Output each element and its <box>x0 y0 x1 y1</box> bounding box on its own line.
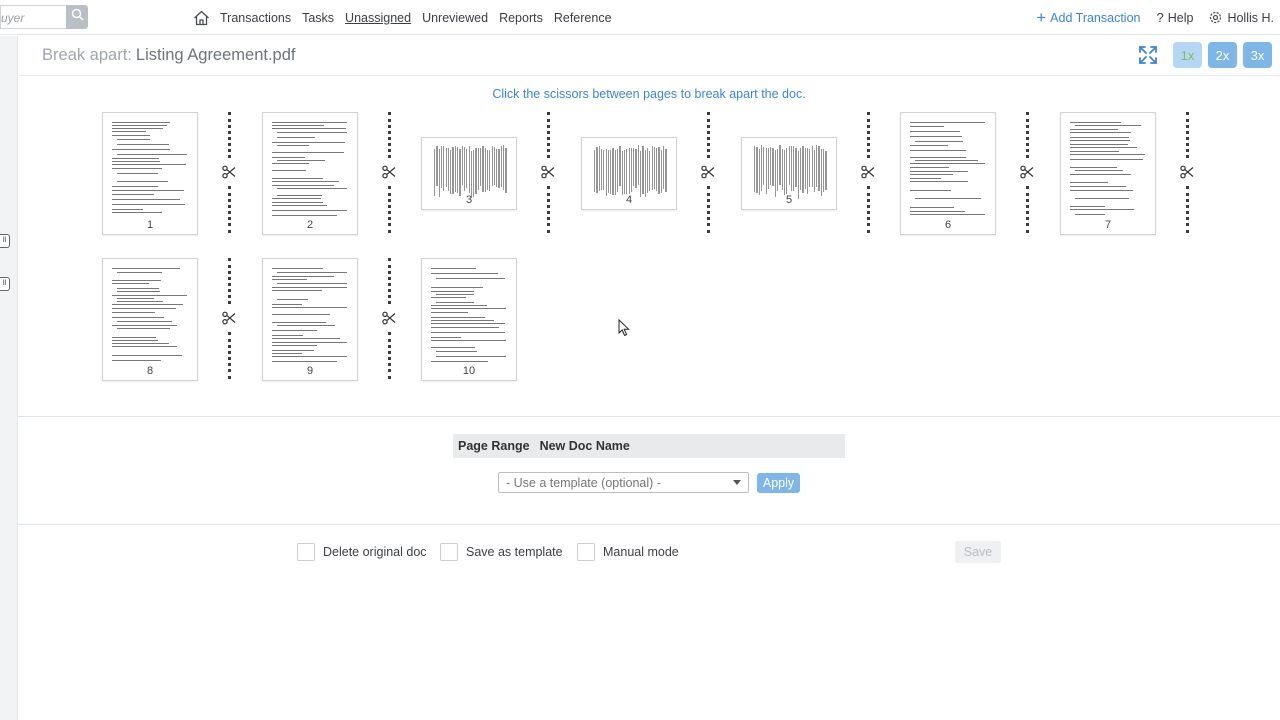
page-divider <box>858 112 878 233</box>
save-as-template-option[interactable]: Save as template <box>440 543 563 561</box>
page-number: 3 <box>465 194 473 206</box>
user-menu[interactable]: Hollis H. <box>1209 11 1274 25</box>
scissors-icon[interactable] <box>1179 164 1195 180</box>
page-thumbnail-5[interactable]: 5 <box>741 137 837 210</box>
page-number: 5 <box>785 194 793 206</box>
section-divider <box>18 416 1280 417</box>
expand-icon[interactable] <box>1137 44 1159 66</box>
rail-tab[interactable]: ll <box>0 277 10 291</box>
page-thumbnail-1[interactable]: 1 <box>102 112 198 235</box>
col-new-doc-name: New Doc Name <box>539 439 630 453</box>
save-as-template-checkbox[interactable] <box>440 543 458 561</box>
page-header: Break apart: Listing Agreement.pdf 1x 2x … <box>18 36 1280 76</box>
page-number: 10 <box>462 365 476 377</box>
add-transaction-button[interactable]: + Add Transaction <box>1036 9 1140 26</box>
manual-mode-checkbox[interactable] <box>577 543 595 561</box>
page-number: 4 <box>625 194 633 206</box>
help-button[interactable]: ? Help <box>1157 10 1194 25</box>
page-thumbnail-6[interactable]: 6 <box>900 112 996 235</box>
page-thumbnail-2[interactable]: 2 <box>262 112 358 235</box>
page-divider <box>1177 112 1197 233</box>
top-nav: uyer Transactions Tasks Unassigned Unrev… <box>0 0 1280 35</box>
page-number: 2 <box>306 219 314 231</box>
delete-original-label: Delete original doc <box>323 545 427 559</box>
page-thumbnail-9[interactable]: 9 <box>262 258 358 381</box>
manual-mode-option[interactable]: Manual mode <box>577 543 679 561</box>
delete-original-option[interactable]: Delete original doc <box>297 543 427 561</box>
nav-reports[interactable]: Reports <box>499 11 543 25</box>
left-rail: ll ll <box>0 36 18 720</box>
search-icon <box>71 8 84 26</box>
manual-mode-label: Manual mode <box>603 545 679 559</box>
scissors-icon[interactable] <box>381 164 397 180</box>
page-divider <box>379 258 399 379</box>
zoom-toolbar: 1x 2x 3x <box>1137 42 1272 68</box>
template-select[interactable]: - Use a template (optional) - <box>498 472 749 493</box>
nav-unreviewed[interactable]: Unreviewed <box>422 11 488 25</box>
rail-tab[interactable]: ll <box>0 234 10 248</box>
delete-original-checkbox[interactable] <box>297 543 315 561</box>
page-title-prefix: Break apart: <box>42 46 132 64</box>
add-transaction-label: Add Transaction <box>1050 10 1141 25</box>
zoom-1x-button[interactable]: 1x <box>1173 42 1202 68</box>
nav-transactions[interactable]: Transactions <box>220 11 291 25</box>
page-divider <box>219 258 239 379</box>
scissors-icon[interactable] <box>221 164 237 180</box>
search-input[interactable]: uyer <box>0 5 66 29</box>
page-title: Break apart: Listing Agreement.pdf <box>42 46 296 65</box>
user-name: Hollis H. <box>1227 10 1274 25</box>
zoom-2x-button[interactable]: 2x <box>1208 42 1237 68</box>
instruction-text: Click the scissors between pages to brea… <box>492 87 806 101</box>
chevron-down-icon <box>733 480 741 485</box>
page-thumbnail-4[interactable]: 4 <box>581 137 677 210</box>
page-divider <box>379 112 399 233</box>
section-divider <box>18 524 1280 525</box>
page-thumbnail-10[interactable]: 10 <box>421 258 517 381</box>
search-button[interactable] <box>66 5 88 29</box>
page-divider <box>698 112 718 233</box>
page-divider <box>219 112 239 233</box>
save-button[interactable]: Save <box>955 541 1001 563</box>
page-thumbnail-8[interactable]: 8 <box>102 258 198 381</box>
page-number: 6 <box>944 219 952 231</box>
nav-tasks[interactable]: Tasks <box>302 11 334 25</box>
page-number: 9 <box>306 365 314 377</box>
apply-button[interactable]: Apply <box>757 473 800 493</box>
plus-icon: + <box>1036 8 1047 27</box>
zoom-3x-button[interactable]: 3x <box>1243 42 1272 68</box>
page-number: 7 <box>1104 219 1112 231</box>
document-name: Listing Agreement.pdf <box>135 46 296 64</box>
page-thumbnail-3[interactable]: 3 <box>421 137 517 210</box>
page-divider <box>538 112 558 233</box>
help-label: Help <box>1167 10 1194 25</box>
mouse-cursor-icon <box>618 319 630 337</box>
scissors-icon[interactable] <box>1019 164 1035 180</box>
home-icon[interactable] <box>192 9 210 27</box>
scissors-icon[interactable] <box>860 164 876 180</box>
page-range-table-header: Page Range New Doc Name <box>453 434 845 458</box>
nav-unassigned[interactable]: Unassigned <box>345 11 411 25</box>
template-select-value: - Use a template (optional) - <box>506 476 661 490</box>
scissors-icon[interactable] <box>540 164 556 180</box>
scissors-icon[interactable] <box>221 310 237 326</box>
nav-reference[interactable]: Reference <box>554 11 612 25</box>
gear-icon <box>1209 11 1222 24</box>
scissors-icon[interactable] <box>381 310 397 326</box>
scissors-icon[interactable] <box>700 164 716 180</box>
save-as-template-label: Save as template <box>466 545 563 559</box>
page-number: 1 <box>146 219 154 231</box>
page-thumbnail-7[interactable]: 7 <box>1060 112 1156 235</box>
col-page-range: Page Range <box>458 439 530 453</box>
page-number: 8 <box>146 365 154 377</box>
page-divider <box>1017 112 1037 233</box>
question-icon: ? <box>1156 10 1164 25</box>
